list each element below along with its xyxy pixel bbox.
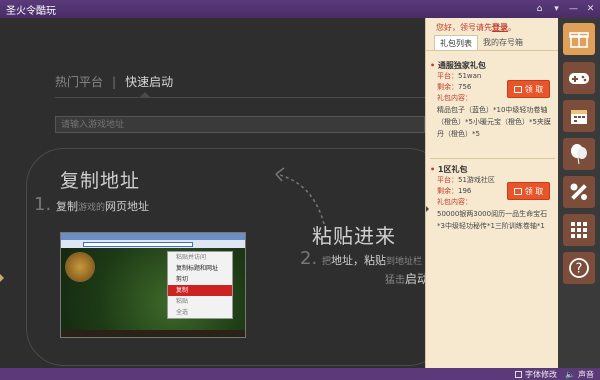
context-menu-item: 粘贴 [176,298,189,305]
step1-title: 复制地址 [60,170,141,192]
gamepad-icon[interactable] [563,62,595,94]
step1-sub-highlight: 网页地址 [104,200,149,213]
browser-screenshot: 粘贴并访问 复制标题和网址 剪切 复制 粘贴 全选 [60,232,246,338]
step2-description: 2. 把地址，粘贴到地址栏 [300,248,422,269]
context-menu-item: 全选 [176,309,189,316]
step2-line2-small: 猛击 [385,275,405,286]
checkbox-icon[interactable] [515,370,523,378]
selection-marker-icon [426,206,429,212]
svg-text:?: ? [576,262,583,277]
browser-titlebar [61,233,245,240]
game-hud-avatar [65,252,95,282]
close-icon[interactable]: ✕ [583,2,598,16]
left-marker-icon [0,274,4,282]
help-icon[interactable]: ? [563,252,595,284]
gift-icon[interactable] [563,23,595,55]
claim-button[interactable]: 领 取 [507,80,550,98]
step2-description-line2: 猛击启动 [385,270,425,287]
status-bar: 字体修改 🔈 声音 [0,368,600,380]
menu-icon[interactable]: ▾ [549,2,564,16]
step2-sub-small1: 把 [321,257,331,267]
context-menu-item: 剪切 [176,276,189,283]
tab-underline [55,97,425,98]
gift-divider [430,158,555,159]
quick-launch-area: 热门平台 | 快速启动 复制地址 1. 复制游戏的网页地址 粘贴进来 2. 把地… [0,18,425,368]
step2-sub-highlight2: 粘贴 [363,254,386,267]
gift-content: 50000银两3000阅历一品生命宝石*3中级轻功秘传*1三阶训练卷轴*1 [437,210,548,230]
tab-my-codes[interactable]: 我的存号箱 [478,35,528,50]
tab-hot-platforms[interactable]: 热门平台 [55,73,103,90]
greeting-text: 您好，领号请先 [436,23,492,32]
font-fix-toggle[interactable]: 字体修改 [515,369,557,380]
context-menu-item: 复制标题和网址 [176,265,219,272]
gift-box-icon [513,187,522,195]
claim-button[interactable]: 领 取 [507,182,550,200]
sound-label: 声音 [578,369,594,379]
panel-tabs: 礼包列表 我的存号箱 [426,34,558,51]
tools-icon[interactable] [563,176,595,208]
calendar-icon[interactable] [563,100,595,132]
curved-arrow-icon [275,167,325,225]
gift-title: • 1区礼包 [430,165,468,174]
context-menu: 粘贴并访问 复制标题和网址 剪切 复制 粘贴 全选 [167,251,233,319]
step1-number: 1. [34,194,52,215]
browser-address-bar [61,240,245,248]
main-tabs: 热门平台 | 快速启动 [55,73,173,90]
step1-sub-prefix: 复制 [55,200,78,213]
step1-description: 1. 复制游戏的网页地址 [34,194,149,215]
step2-sub-small2: 到地址栏 [385,257,422,267]
font-fix-label: 字体修改 [525,369,558,379]
step2-line2-highlight: 启动 [405,272,425,286]
tab-separator: | [112,74,117,89]
gift-item: • 1区礼包 平台：51游戏社区 剩余：196 礼包内容： 50000银两300… [426,164,559,232]
gift-content: 精品包子（蓝色）*10中级轻功卷轴（橙色）*5小暖元宝（橙色）*5夹膜丹（橙色）… [437,106,551,138]
gift-panel: 您好，领号请先登录。 礼包列表 我的存号箱 • 通服独家礼包 平台：51wan … [425,18,558,368]
tab-quick-launch[interactable]: 快速启动 [125,73,173,90]
step2-title: 粘贴进来 [312,224,396,248]
tab-gift-list[interactable]: 礼包列表 [434,35,478,50]
gift-item: • 通服独家礼包 平台：51wan 剩余：756 礼包内容： 精品包子（蓝色）*… [426,60,559,140]
game-bottom-bar [61,330,245,337]
gift-title: • 通服独家礼包 [430,61,486,70]
context-menu-item: 粘贴并访问 [176,254,207,261]
right-sidebar: ? [558,18,600,368]
step2-number: 2. [300,248,318,269]
context-menu-item-copy: 复制 [168,285,232,296]
gift-box-icon [513,85,522,93]
login-prompt: 您好，领号请先登录。 [426,18,558,34]
game-url-input[interactable] [55,116,425,133]
tab-indicator [140,92,150,97]
step2-sub-sep: ， [352,254,364,267]
greeting-end: 。 [508,23,516,32]
app-title: 圣火令酷玩 [6,5,56,17]
home-icon[interactable]: ⌂ [532,2,547,16]
login-link[interactable]: 登录 [492,23,508,32]
step1-sub-small: 游戏的 [77,203,105,213]
sound-toggle[interactable]: 🔈 声音 [565,369,594,380]
grid-icon[interactable] [563,214,595,246]
balloon-icon[interactable] [563,138,595,170]
step2-sub-highlight1: 地址 [330,254,353,267]
minimize-icon[interactable]: — [566,2,581,16]
speaker-icon: 🔈 [565,369,575,379]
title-bar: 圣火令酷玩 ⌂ ▾ — ✕ [0,0,600,18]
